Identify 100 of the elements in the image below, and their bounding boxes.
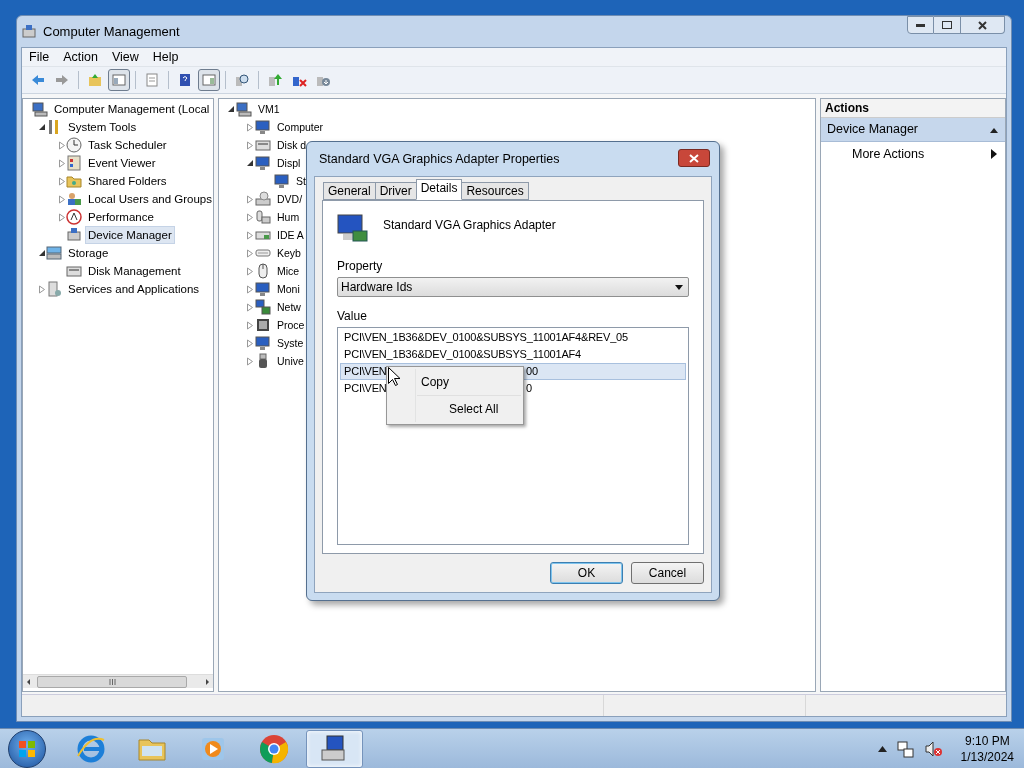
tree-item[interactable]: Computer Management (Local — [51, 100, 213, 118]
grip-icon — [108, 678, 116, 685]
close-button[interactable] — [678, 149, 710, 167]
computer-icon — [236, 101, 252, 117]
tree-item[interactable]: System Tools — [65, 118, 140, 136]
hid-icon — [255, 209, 271, 225]
restore-icon — [942, 21, 952, 29]
menu-item[interactable]: Action — [56, 47, 105, 67]
horizontal-scrollbar[interactable] — [23, 674, 213, 688]
monitor-icon — [255, 155, 271, 171]
section-title: Device Manager — [827, 121, 918, 139]
device-icon — [21, 23, 37, 40]
field-label: Property — [337, 259, 384, 273]
clock-time[interactable]: 9:10 PM — [964, 732, 1010, 749]
tree-item[interactable]: IDE A — [274, 226, 307, 244]
tree-item[interactable]: Displ — [274, 154, 304, 172]
tree-item[interactable]: Local Users and Groups — [85, 190, 213, 208]
submenu-arrow-icon — [991, 149, 997, 159]
muted-speaker-icon[interactable] — [924, 739, 943, 758]
expander-icon[interactable] — [226, 104, 235, 114]
clock-icon — [66, 137, 82, 153]
chrome-browser-icon — [257, 732, 290, 765]
maximize-button[interactable] — [934, 16, 961, 34]
close-button[interactable] — [961, 16, 1005, 34]
tree-item[interactable]: Proce — [274, 316, 308, 334]
device-icon — [66, 227, 82, 243]
scroll-thumb[interactable] — [37, 675, 187, 688]
tree-item[interactable]: St — [293, 172, 309, 190]
forward-arrow-icon — [54, 72, 70, 88]
value-text: 00 — [526, 364, 538, 379]
value-text: 0 — [526, 381, 532, 396]
tree-item[interactable]: Keyb — [274, 244, 304, 262]
menu-item[interactable]: File — [22, 47, 57, 67]
tree-item[interactable]: Syste — [274, 334, 307, 352]
close-icon — [978, 20, 987, 30]
minimize-icon — [916, 23, 925, 27]
network-icon[interactable] — [896, 739, 915, 758]
tree-item[interactable]: Event Viewer — [85, 154, 159, 172]
display-adapter-icon — [337, 213, 369, 245]
tree-item[interactable]: VM1 — [255, 100, 283, 118]
expander-icon[interactable] — [37, 122, 46, 132]
toolbar-button[interactable] — [108, 69, 130, 91]
expander-icon[interactable] — [37, 248, 46, 258]
field-label: Value — [337, 309, 368, 323]
tree-item[interactable]: Netw — [274, 298, 304, 316]
network-icon — [255, 299, 271, 315]
property-dropdown[interactable]: Hardware Ids — [337, 277, 689, 297]
action-pane-icon — [201, 72, 217, 88]
toolbar-button[interactable] — [198, 69, 220, 91]
drive-icon — [255, 191, 271, 207]
actions-header: Actions — [821, 99, 1005, 118]
tree-item[interactable]: Storage — [65, 244, 112, 262]
taskbar-app[interactable] — [306, 729, 363, 768]
tree-item[interactable]: Unive — [274, 352, 307, 370]
tree-item[interactable]: Mice — [274, 262, 303, 280]
start-button[interactable] — [8, 729, 46, 768]
tree-item[interactable]: Computer — [274, 118, 327, 136]
mouse-icon — [255, 263, 271, 279]
dialog-button[interactable]: Cancel — [631, 562, 704, 584]
tree-item[interactable]: Hum — [274, 208, 303, 226]
tree-item[interactable]: Device Manager — [85, 226, 175, 244]
menu-item[interactable]: Help — [145, 47, 186, 67]
tree-item[interactable]: Performance — [85, 208, 157, 226]
menu-item[interactable]: View — [104, 47, 146, 67]
monitor-icon — [255, 119, 271, 135]
menu-item[interactable]: Copy — [421, 373, 449, 391]
menu-item[interactable]: Select All — [449, 399, 499, 418]
dropdown-value: Hardware Ids — [341, 279, 413, 296]
tree-item[interactable]: Moni — [274, 280, 303, 298]
actions-section-header[interactable]: Device Manager — [821, 118, 1005, 142]
tree-item[interactable]: Services and Applications — [65, 280, 203, 298]
dialog-title: Standard VGA Graphics Adapter Properties — [319, 150, 560, 168]
tree-item[interactable]: Shared Folders — [85, 172, 170, 190]
scan-icon — [234, 72, 250, 88]
dialog-button[interactable]: OK — [550, 562, 623, 584]
tree-item[interactable]: Task Scheduler — [85, 136, 170, 154]
tab[interactable]: Details — [415, 179, 463, 200]
properties-icon — [144, 72, 160, 88]
tab[interactable]: General — [323, 182, 376, 200]
tab[interactable]: Driver — [374, 182, 417, 200]
show-hidden-icon[interactable] — [877, 745, 887, 752]
tree-item[interactable]: DVD/ — [274, 190, 306, 208]
clock-date[interactable]: 1/13/2024 — [960, 748, 1014, 765]
tree-item[interactable]: Disk d — [274, 136, 310, 154]
dropdown-arrow-icon — [675, 284, 683, 290]
browser-e-icon — [75, 733, 106, 764]
help-icon — [177, 72, 193, 88]
back-arrow-icon — [30, 72, 46, 88]
server-icon — [46, 281, 62, 297]
minimize-button[interactable] — [907, 16, 934, 34]
expander-icon[interactable] — [245, 158, 254, 168]
monitor-icon — [255, 335, 271, 351]
cursor-icon — [388, 367, 400, 386]
device-name: Standard VGA Graphics Adapter — [383, 217, 556, 234]
window-title: Computer Management — [43, 22, 180, 41]
update-driver-icon — [267, 72, 283, 88]
tree-item[interactable]: Disk Management — [85, 262, 184, 280]
action-link[interactable]: More Actions — [852, 144, 925, 164]
tab[interactable]: Resources — [461, 182, 529, 200]
computer-icon — [32, 101, 48, 117]
